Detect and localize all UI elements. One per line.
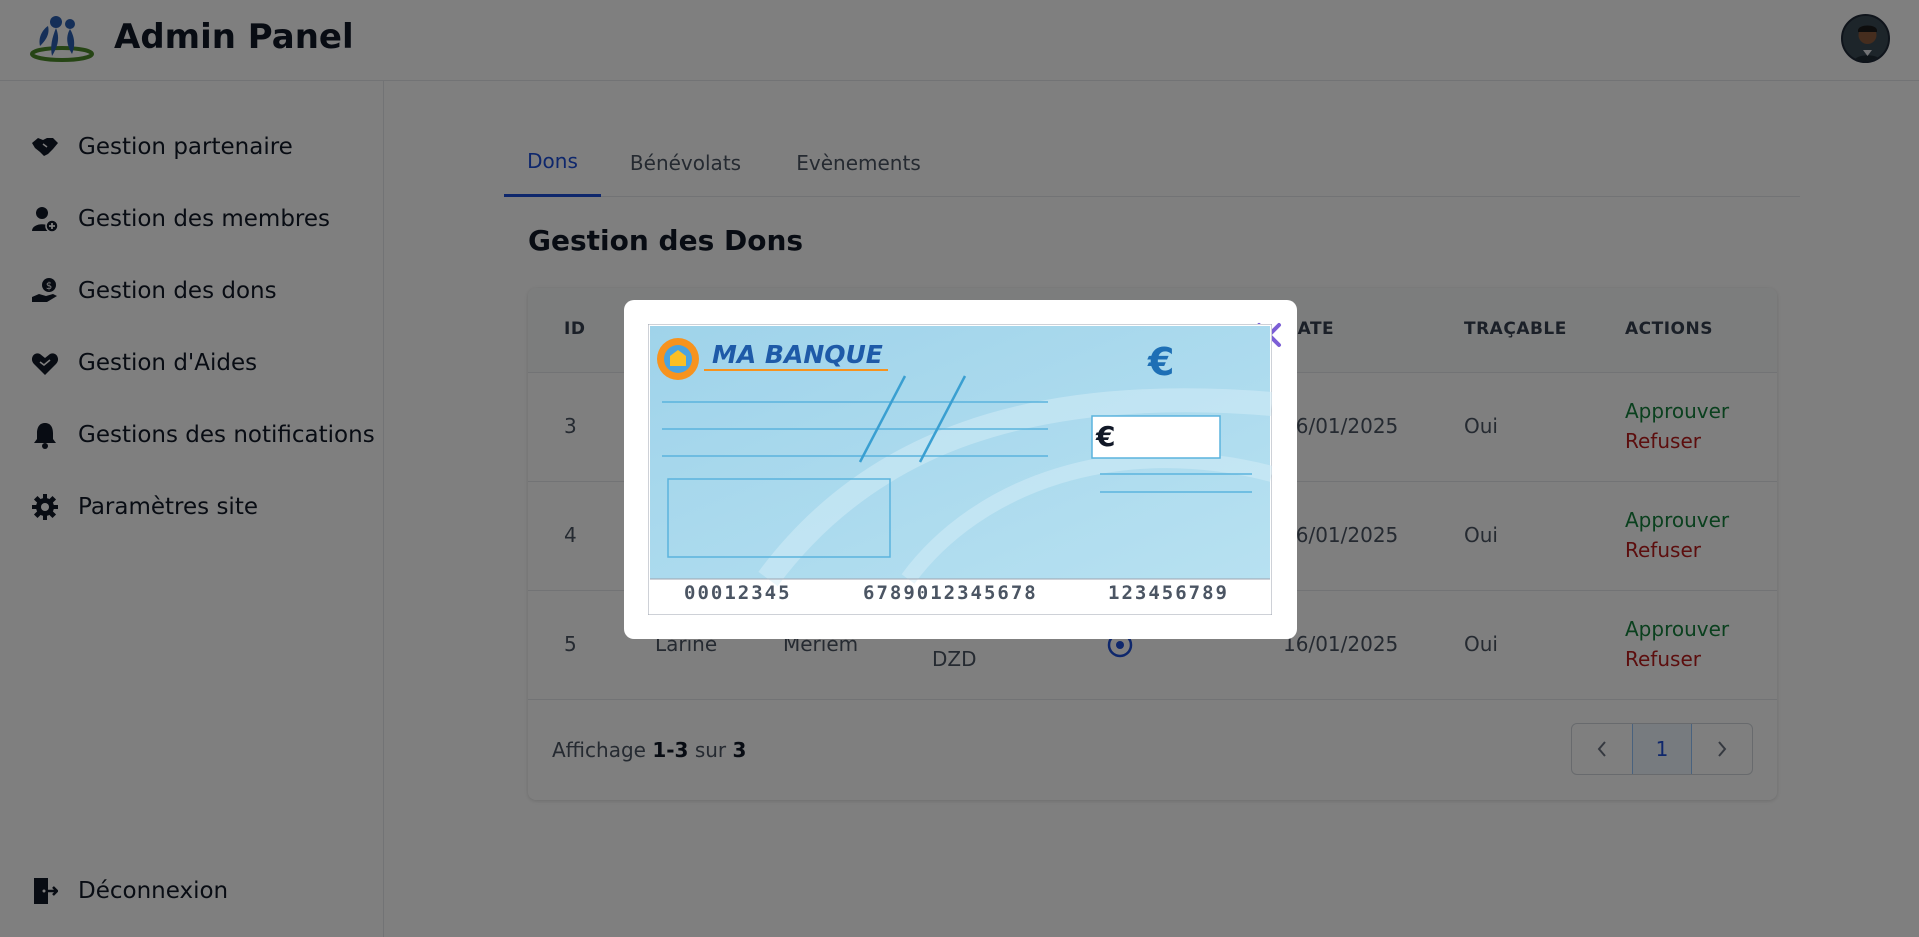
cheque-number-1: 00012345 (684, 582, 792, 604)
cheque-amount-symbol: € (1096, 420, 1116, 453)
cheque-preview-modal: MA BANQUE € € 00012345 6789012345678 123… (624, 300, 1297, 639)
cheque-bank-name: MA BANQUE (712, 340, 883, 369)
cheque-image: MA BANQUE € € 00012345 6789012345678 123… (647, 323, 1275, 616)
cheque-number-3: 123456789 (1108, 582, 1229, 604)
cheque-currency-symbol: € (1148, 340, 1175, 384)
cheque-number-2: 6789012345678 (863, 582, 1038, 604)
